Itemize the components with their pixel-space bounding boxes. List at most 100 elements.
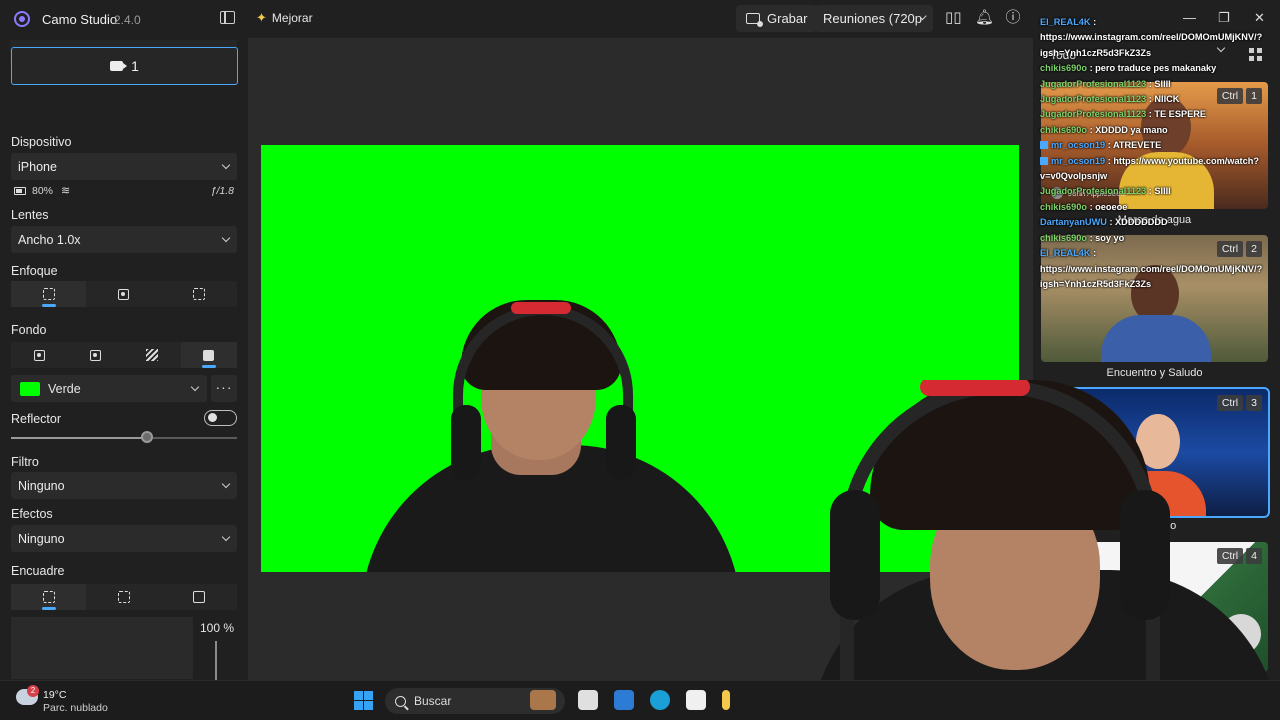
person-fill-icon bbox=[203, 349, 215, 361]
background-color-dropdown[interactable]: Verde bbox=[11, 375, 207, 402]
chat-username: chikis690o bbox=[1040, 124, 1087, 135]
chat-username: chikis690o bbox=[1040, 201, 1087, 212]
framing-center-button[interactable] bbox=[86, 584, 162, 610]
store-icon[interactable] bbox=[686, 690, 706, 710]
chat-text: : NIICK bbox=[1148, 94, 1180, 105]
filter-value: Ninguno bbox=[18, 478, 65, 493]
chat-username: JugadorProfesional1123 bbox=[1040, 94, 1147, 105]
overlay-earcup-left bbox=[830, 490, 880, 620]
headset-accent bbox=[511, 302, 571, 314]
chat-username: El_REAL4K bbox=[1040, 248, 1091, 259]
outlook-icon[interactable] bbox=[614, 690, 634, 710]
webcam-overlay bbox=[800, 380, 1280, 720]
chat-username: chikis690o bbox=[1040, 63, 1087, 74]
chat-username: mr_ocson19 bbox=[1051, 140, 1106, 151]
chat-text: : XDDDDDDD bbox=[1109, 217, 1168, 228]
device-status: 80% ≋ ƒ/1.8 bbox=[14, 184, 234, 197]
meetings-dropdown[interactable]: Reuniones (720p bbox=[815, 5, 933, 32]
app-icon[interactable] bbox=[722, 690, 730, 710]
effects-dropdown[interactable]: Ninguno bbox=[11, 525, 237, 552]
chat-username: DartanyanUWU bbox=[1040, 217, 1107, 228]
chat-username: mr_ocson19 bbox=[1051, 155, 1106, 166]
focus-face-button[interactable] bbox=[86, 281, 162, 307]
camera-selector-button[interactable]: 1 bbox=[11, 47, 238, 85]
battery-level: 80% bbox=[32, 184, 54, 197]
background-color-button[interactable] bbox=[180, 342, 237, 368]
camera-icon bbox=[110, 61, 128, 71]
enhance-button[interactable]: ✦ Mejorar bbox=[256, 10, 313, 26]
effects-value: Ninguno bbox=[18, 531, 65, 546]
background-label: Fondo bbox=[11, 323, 47, 337]
spotlight-slider[interactable] bbox=[11, 431, 237, 443]
person-icon bbox=[33, 349, 45, 361]
framing-manual-button[interactable] bbox=[11, 584, 87, 610]
device-value: iPhone bbox=[18, 159, 57, 174]
file-explorer-icon[interactable] bbox=[578, 690, 598, 710]
windows-start-icon[interactable] bbox=[354, 691, 373, 710]
framing-center-icon bbox=[117, 591, 130, 603]
edge-icon[interactable] bbox=[650, 690, 670, 710]
chat-message: El_REAL4K : bbox=[1040, 15, 1265, 30]
slider-thumb[interactable] bbox=[140, 431, 153, 443]
focus-auto-button[interactable] bbox=[11, 281, 87, 307]
lens-dropdown[interactable]: Ancho 1.0x bbox=[11, 226, 237, 253]
spotlight-toggle[interactable] bbox=[204, 410, 237, 426]
more-options-button[interactable]: ··· bbox=[211, 375, 237, 402]
focus-mode-selector bbox=[11, 281, 237, 307]
earcup-right bbox=[606, 405, 636, 480]
help-icon[interactable]: ⓘ bbox=[1005, 9, 1021, 27]
bell-icon[interactable]: 🔔︎ bbox=[975, 9, 994, 27]
filter-label: Filtro bbox=[11, 455, 39, 469]
lens-value: Ancho 1.0x bbox=[18, 232, 81, 247]
chat-text: https://www.instagram.com/reel/DOMOmUMjK… bbox=[1040, 263, 1263, 289]
app-version: 2.4.0 bbox=[114, 13, 141, 27]
chat-username: JugadorProfesional1123 bbox=[1040, 186, 1147, 197]
record-button[interactable]: Grabar bbox=[736, 5, 818, 32]
chat-text: : oeoeoe bbox=[1089, 201, 1128, 212]
chat-text: : bbox=[1093, 17, 1097, 27]
framing-auto-button[interactable] bbox=[161, 584, 237, 610]
chat-text: : ATREVETE bbox=[1107, 140, 1162, 151]
scene-caption-2: Encuentro y Saludo bbox=[1106, 367, 1203, 379]
background-blur-button[interactable] bbox=[67, 342, 124, 368]
zoom-slider[interactable] bbox=[215, 641, 217, 680]
filter-dropdown[interactable]: Ninguno bbox=[11, 472, 237, 499]
background-remove-button[interactable] bbox=[124, 342, 181, 368]
app-name: Camo Studio bbox=[42, 12, 118, 27]
framing-manual-icon bbox=[42, 591, 55, 603]
enhance-label: Mejorar bbox=[271, 11, 313, 25]
framing-preview[interactable] bbox=[11, 617, 193, 679]
chat-text: : soy yo bbox=[1089, 232, 1125, 243]
chat-text: https://www.instagram.com/reel/DOMOmUMjK… bbox=[1040, 32, 1263, 58]
chat-username: El_REAL4K bbox=[1040, 17, 1091, 27]
platform-icon bbox=[1040, 156, 1048, 165]
weather-temperature: 19°C bbox=[43, 689, 67, 701]
chat-text: : TE ESPERE bbox=[1148, 109, 1206, 120]
device-dropdown[interactable]: iPhone bbox=[11, 153, 237, 180]
wifi-icon: ≋ bbox=[61, 185, 71, 197]
columns-icon[interactable]: ▯▯ bbox=[945, 9, 962, 27]
chat-message: https://www.instagram.com/reel/DOMOmUMjK… bbox=[1040, 262, 1265, 293]
search-label: Buscar bbox=[414, 694, 452, 708]
chevron-down-icon bbox=[190, 382, 200, 392]
meetings-label: Reuniones (720p bbox=[823, 11, 923, 26]
overlay-earcup-right bbox=[1120, 490, 1170, 620]
chat-message: mr_ocson19 : https://www.youtube.com/wat… bbox=[1040, 154, 1265, 185]
overlay-headset-accent bbox=[920, 380, 1030, 396]
chevron-down-icon bbox=[221, 479, 231, 489]
stripes-icon bbox=[146, 349, 159, 361]
chat-username: chikis690o bbox=[1040, 232, 1087, 243]
background-none-button[interactable] bbox=[11, 342, 68, 368]
sidebar-toggle-icon[interactable] bbox=[220, 11, 235, 24]
camera-number: 1 bbox=[131, 58, 139, 74]
background-mode-selector bbox=[11, 342, 237, 368]
chat-message: JugadorProfesional1123 : NIICK bbox=[1040, 92, 1265, 107]
zoom-value: 100 % bbox=[200, 621, 235, 635]
focus-manual-button[interactable] bbox=[161, 281, 237, 307]
blur-icon bbox=[90, 349, 102, 361]
autofocus-icon bbox=[42, 288, 55, 300]
chat-overlay: El_REAL4K : https://www.instagram.com/ree… bbox=[1040, 15, 1265, 292]
chat-message: DartanyanUWU : XDDDDDDD bbox=[1040, 215, 1265, 230]
chevron-down-icon bbox=[221, 233, 231, 243]
chat-message: JugadorProfesional1123 : TE ESPERE bbox=[1040, 107, 1265, 122]
